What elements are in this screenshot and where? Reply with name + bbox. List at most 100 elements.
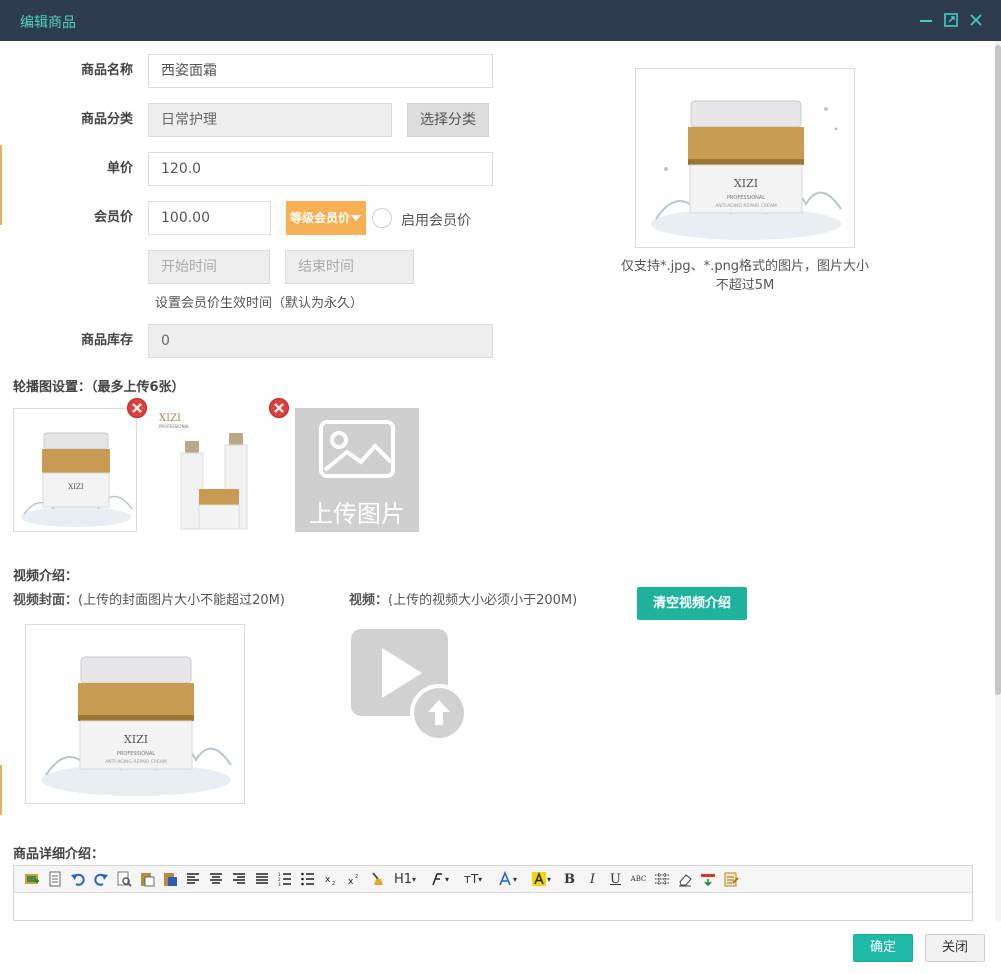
video-cover-hint: (上传的封面图片大小不能超过20M): [78, 593, 285, 608]
subscript-icon[interactable]: x2: [319, 869, 342, 889]
eraser-icon[interactable]: [673, 869, 696, 889]
detail-label: 商品详细介绍：: [13, 847, 105, 862]
redo-icon[interactable]: [89, 869, 112, 889]
cream-jar-image: XIZI PROFESSIONAL ANTI-AGING REPAIR CREA…: [41, 656, 232, 796]
dialog-title: 编辑商品: [20, 15, 76, 31]
heading-label: H1: [393, 871, 413, 887]
carousel-image-2[interactable]: XIZI PROFESSIONAL: [154, 408, 278, 532]
undo-icon[interactable]: [66, 869, 89, 889]
scrollbar-thumb[interactable]: [995, 45, 1001, 695]
superscript-icon[interactable]: x2: [342, 869, 365, 889]
minimize-icon[interactable]: [918, 12, 934, 28]
dialog-titlebar: 编辑商品: [0, 0, 1001, 41]
strikethrough-icon[interactable]: ABC: [627, 869, 650, 889]
paste-word-icon[interactable]: [158, 869, 181, 889]
insert-image-icon[interactable]: [20, 869, 43, 889]
enable-member-price-label: 启用会员价: [401, 213, 471, 229]
source-icon[interactable]: [43, 869, 66, 889]
preview-icon[interactable]: [112, 869, 135, 889]
unordered-list-icon[interactable]: [296, 869, 319, 889]
font-color-icon[interactable]: ▾: [490, 869, 524, 889]
brand-logo-text: XIZI: [159, 413, 181, 424]
align-right-icon[interactable]: [227, 869, 250, 889]
brand-logo-text: XIZI: [124, 733, 148, 746]
member-level-label: 等级会员价: [290, 211, 351, 225]
brand-line1-text: PROFESSIONAL: [117, 751, 155, 757]
edge-accent: [0, 765, 2, 815]
cream-jar-image: XIZI: [21, 432, 133, 527]
ordered-list-icon[interactable]: 123: [273, 869, 296, 889]
align-left-icon[interactable]: [181, 869, 204, 889]
member-level-dropdown[interactable]: 等级会员价: [286, 201, 366, 235]
stock-input[interactable]: 0: [148, 324, 493, 358]
image-placeholder-icon: [319, 420, 395, 478]
upload-image-caption: 上传图片: [309, 500, 405, 528]
member-price-input[interactable]: 100.00: [148, 201, 271, 235]
member-price-label: 会员价: [93, 210, 133, 225]
close-icon[interactable]: [968, 12, 984, 28]
video-label: 视频：: [349, 593, 389, 608]
svg-text:x: x: [348, 877, 354, 887]
enable-member-price-radio[interactable]: [372, 208, 392, 228]
video-cover-row: 视频封面：(上传的封面图片大小不能超过20M): [13, 589, 285, 608]
svg-text:3: 3: [278, 882, 281, 887]
end-time-input[interactable]: 结束时间: [285, 250, 414, 284]
format-brush-icon[interactable]: [365, 869, 388, 889]
video-cover-label: 视频封面：: [13, 593, 79, 608]
carousel-label: 轮播图设置：（最多上传6张）: [13, 380, 185, 395]
scrollbar[interactable]: [995, 41, 1001, 921]
brand-line1-text: PROFESSIONAL: [727, 195, 765, 201]
carousel-image-1[interactable]: XIZI: [13, 408, 137, 532]
close-button[interactable]: 关闭: [925, 934, 985, 962]
video-cover-image[interactable]: XIZI PROFESSIONAL ANTI-AGING REPAIR CREA…: [25, 624, 245, 804]
maximize-icon[interactable]: [943, 12, 959, 28]
clear-video-button[interactable]: 清空视频介绍: [637, 587, 747, 620]
table-icon[interactable]: [650, 869, 673, 889]
caret-down-icon: ▾: [412, 874, 417, 884]
highlight-color-icon[interactable]: ▾: [524, 869, 558, 889]
upload-image-button[interactable]: 上传图片: [295, 408, 419, 532]
font-family-icon[interactable]: ▾: [422, 869, 456, 889]
bold-icon[interactable]: B: [558, 869, 581, 889]
editor-toolbar: 123 x2 x2 H1 ▾ ▾ тT ▾ ▾ ▾ B I U ABC: [14, 866, 972, 893]
caret-down-icon: ▾: [478, 874, 483, 884]
rich-text-editor[interactable]: 123 x2 x2 H1 ▾ ▾ тT ▾ ▾ ▾ B I U ABC: [13, 865, 973, 921]
align-center-icon[interactable]: [204, 869, 227, 889]
brand-logo-text: XIZI: [734, 177, 758, 190]
brand-line2-text: ANTI-AGING REPAIR CREAM: [715, 203, 777, 209]
brand-logo-text: XIZI: [68, 483, 84, 491]
start-time-input[interactable]: 开始时间: [148, 250, 270, 284]
select-category-button[interactable]: 选择分类: [407, 103, 489, 137]
delete-icon[interactable]: [269, 398, 289, 418]
svg-text:2: 2: [332, 881, 335, 887]
underline-icon[interactable]: U: [604, 869, 627, 889]
main-product-image[interactable]: XIZI PROFESSIONAL ANTI-AGING REPAIR CREA…: [635, 68, 855, 248]
product-set-image: XIZI PROFESSIONAL: [159, 413, 248, 530]
category-label: 商品分类: [80, 112, 133, 127]
svg-text:2: 2: [355, 874, 358, 880]
name-label: 商品名称: [80, 63, 133, 78]
paste-icon[interactable]: [135, 869, 158, 889]
align-justify-icon[interactable]: [250, 869, 273, 889]
font-size-dropdown[interactable]: тT ▾: [456, 869, 490, 889]
main-image-hint: 仅支持*.jpg、*.png格式的图片，图片大小不超过5M: [620, 259, 870, 293]
price-label: 单价: [106, 161, 133, 176]
video-hint: (上传的视频大小必须小于200M): [388, 593, 578, 608]
template-icon[interactable]: [719, 869, 742, 889]
confirm-button[interactable]: 确定: [853, 934, 913, 962]
video-section-label: 视频介绍：: [13, 569, 79, 584]
price-input[interactable]: 120.0: [148, 152, 493, 186]
italic-icon[interactable]: I: [581, 869, 604, 889]
brand-line1-text: PROFESSIONAL: [159, 424, 190, 429]
video-upload-icon[interactable]: [350, 628, 470, 743]
name-input[interactable]: 西姿面霜: [148, 54, 493, 88]
category-input[interactable]: 日常护理: [148, 103, 392, 137]
delete-icon[interactable]: [127, 398, 147, 418]
font-size-label: тT: [463, 872, 479, 886]
heading-dropdown[interactable]: H1 ▾: [388, 869, 422, 889]
video-row: 视频：(上传的视频大小必须小于200M): [349, 589, 577, 608]
svg-text:x: x: [325, 875, 331, 885]
insert-row-icon[interactable]: [696, 869, 719, 889]
caret-down-icon: [351, 215, 361, 221]
stock-label: 商品库存: [80, 333, 133, 348]
